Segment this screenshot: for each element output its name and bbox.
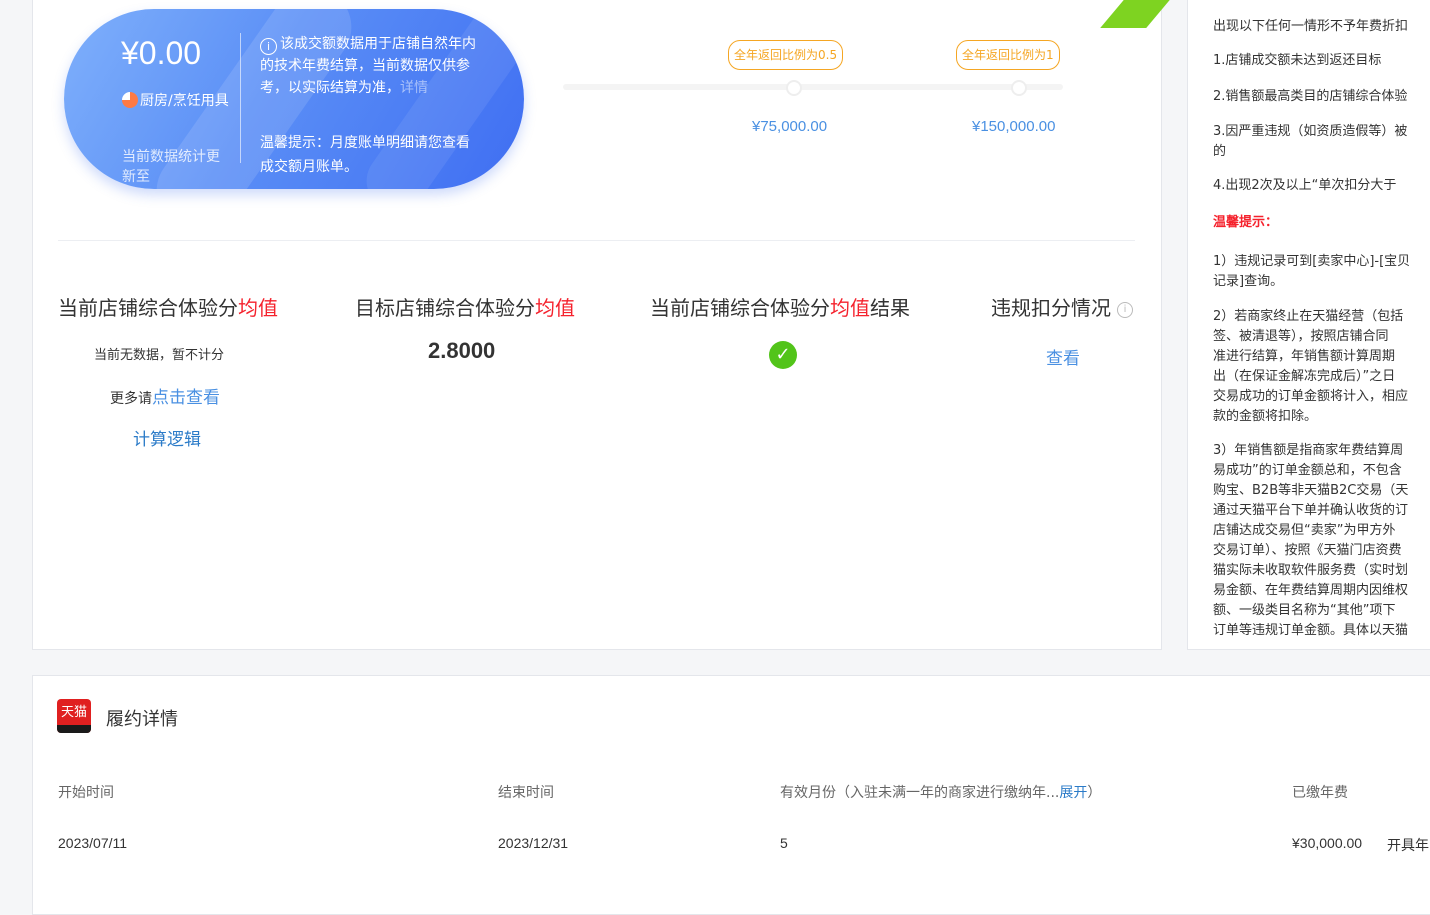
cell-start-time: 2023/07/11 [58,835,128,851]
tip-2-line-3: 准进行结算，年销售额计算周期 [1213,349,1396,364]
milestone-bubble-1: 全年返回比例为0.5 [728,40,844,70]
tip-3-line-4: 通过天猫平台下单并确认收货的订 [1213,503,1409,518]
milestone-bubble-2: 全年返回比例为1 [956,40,1060,70]
tip-3-line-2: 易成功”的订单金额总和，不包含 [1213,463,1402,478]
fulfillment-title: 履约详情 [106,709,178,730]
rule-3-line-2: 的 [1213,144,1227,159]
violation-title: 违规扣分情况 i [991,292,1133,321]
info-icon[interactable]: i [1117,302,1133,318]
target-score-title: 目标店铺综合体验分均值 [355,292,575,321]
info-icon: i [260,38,277,55]
rule-4: 4.出现2次及以上“单次扣分大于 [1213,178,1397,193]
progress-track [563,84,1063,90]
col-start-time: 开始时间 [58,785,114,801]
card-info: i 该成交额数据用于店铺自然年内的技术年费结算，当前数据仅供参考，以实际结算为准，… [260,33,482,99]
result-title-text: 当前店铺综合体验分 [650,296,830,320]
col-valid-months-paren: ） [1087,785,1102,801]
cell-paid-fee: ¥30,000.00 [1292,835,1363,851]
milestone-dot-2 [1011,80,1027,96]
tip-1-line-1: 1）违规记录可到[卖家中心]-[宝贝 [1213,254,1411,269]
fulfillment-panel [32,675,1430,915]
card-tip: 温馨提示：月度账单明细请您查看成交额月账单。 [260,135,470,175]
result-title-suffix: 结果 [870,296,910,320]
turnover-amount: ¥0.00 [121,35,202,71]
click-view-link[interactable]: 点击查看 [152,388,220,408]
col-valid-months: 有效月份（入驻未满一年的商家进行缴纳年...展开） [780,782,1101,802]
tip-2: 2）若商家终止在天猫经营（包括 签、被清退等），按照店铺合同 准进行结算，年销售… [1213,307,1430,427]
target-score-title-text: 目标店铺综合体验分 [355,296,535,320]
tip-3-line-1: 3）年销售额是指商家年费结算周 [1213,443,1404,458]
cell-valid-months: 5 [780,835,788,851]
current-score-title-text: 当前店铺综合体验分 [58,296,238,320]
issue-invoice-link[interactable]: 开具年 [1387,835,1430,855]
tip-2-line-4: 出（在保证金解冻完成后）”之日 [1213,369,1396,384]
check-icon: ✓ [769,341,797,369]
rule-1: 1.店铺成交额未达到返还目标 [1213,53,1382,68]
tip-3-line-3: 购宝、B2B等非天猫B2C交易（天 [1213,483,1409,498]
category-text: 厨房/烹饪用具 [140,93,229,109]
expand-link[interactable]: 展开 [1059,785,1087,801]
category-label: 厨房/烹饪用具 [122,89,232,113]
tip-3-line-9: 额、一级类目名称为“其他”项下 [1213,603,1396,618]
tip-1: 1）违规记录可到[卖家中心]-[宝贝 记录]查询。 [1213,252,1430,292]
turnover-card: ¥0.00 厨房/烹饪用具 当前数据统计更新至 i 该成交额数据用于店铺自然年内的… [64,9,524,189]
violation-title-text: 违规扣分情况 [991,296,1111,320]
result-title-highlight: 均值 [830,296,870,320]
section-divider [58,240,1135,241]
tip-3-line-7: 猫实际未收取软件服务费（实时划 [1213,563,1409,578]
milestone-dot-1 [786,80,802,96]
info-detail-link[interactable]: 详情 [400,80,428,96]
rule-2: 2.销售额最高类目的店铺综合体验 [1213,89,1408,104]
col-valid-months-text: 有效月份（入驻未满一年的商家进行缴纳年... [780,785,1060,801]
rule-3-line-1: 3.因严重违规（如资质造假等）被 [1213,124,1408,139]
result-title: 当前店铺综合体验分均值结果 [650,292,910,321]
update-note: 当前数据统计更新至 [122,149,220,185]
tip-3-line-6: 交易订单）、按照《天猫门店资费 [1213,543,1402,558]
more-note: 更多请点击查看 [110,383,220,408]
tip-title: 温馨提示： [1213,215,1279,230]
rule-3: 3.因严重违规（如资质造假等）被的 [1213,122,1430,162]
tmall-logo: 天猫 [57,699,91,733]
current-score-title-highlight: 均值 [238,296,278,320]
tip-3-line-5: 店铺达成交易但“卖家”为甲方外 [1213,523,1396,538]
rules-intro: 出现以下任何一情形不予年费折扣 [1213,19,1409,34]
calc-logic-link[interactable]: 计算逻辑 [133,425,201,450]
target-score-value: 2.8000 [428,338,496,363]
tip-3-line-8: 易金额、在年费结算周期内因维权 [1213,583,1409,598]
milestone-amount-2: ¥150,000.00 [972,118,1056,135]
current-score-title: 当前店铺综合体验分均值 [58,292,278,321]
tip-3: 3）年销售额是指商家年费结算周 易成功”的订单金额总和，不包含 购宝、B2B等非… [1213,441,1430,641]
tip-1-line-2: 记录]查询。 [1213,274,1284,289]
more-note-text: 更多请 [110,391,152,407]
col-paid-fee: 已缴年费 [1292,785,1348,801]
tip-2-line-5: 交易成功的订单金额将计入，相应 [1213,389,1409,404]
target-score-title-highlight: 均值 [535,296,575,320]
card-divider [240,33,241,163]
tip-2-line-2: 签、被清退等），按照店铺合同 [1213,329,1389,344]
tip-2-line-6: 款的金额将扣除。 [1213,409,1318,424]
tmall-logo-base [57,725,91,733]
tip-2-line-1: 2）若商家终止在天猫经营（包括 [1213,309,1404,324]
pie-chart-icon [122,92,138,108]
card-info-text: 该成交额数据用于店铺自然年内的技术年费结算，当前数据仅供参考，以实际结算为准， [260,36,476,96]
cell-end-time: 2023/12/31 [498,835,569,851]
violation-view-link[interactable]: 查看 [1046,344,1080,369]
no-data-note: 当前无数据，暂不计分 [94,348,225,363]
col-end-time: 结束时间 [498,785,554,801]
tip-3-line-10: 订单等违规订单金额。具体以天猫 [1213,623,1409,638]
milestone-amount-1: ¥75,000.00 [752,118,828,135]
tmall-logo-text: 天猫 [60,705,87,720]
